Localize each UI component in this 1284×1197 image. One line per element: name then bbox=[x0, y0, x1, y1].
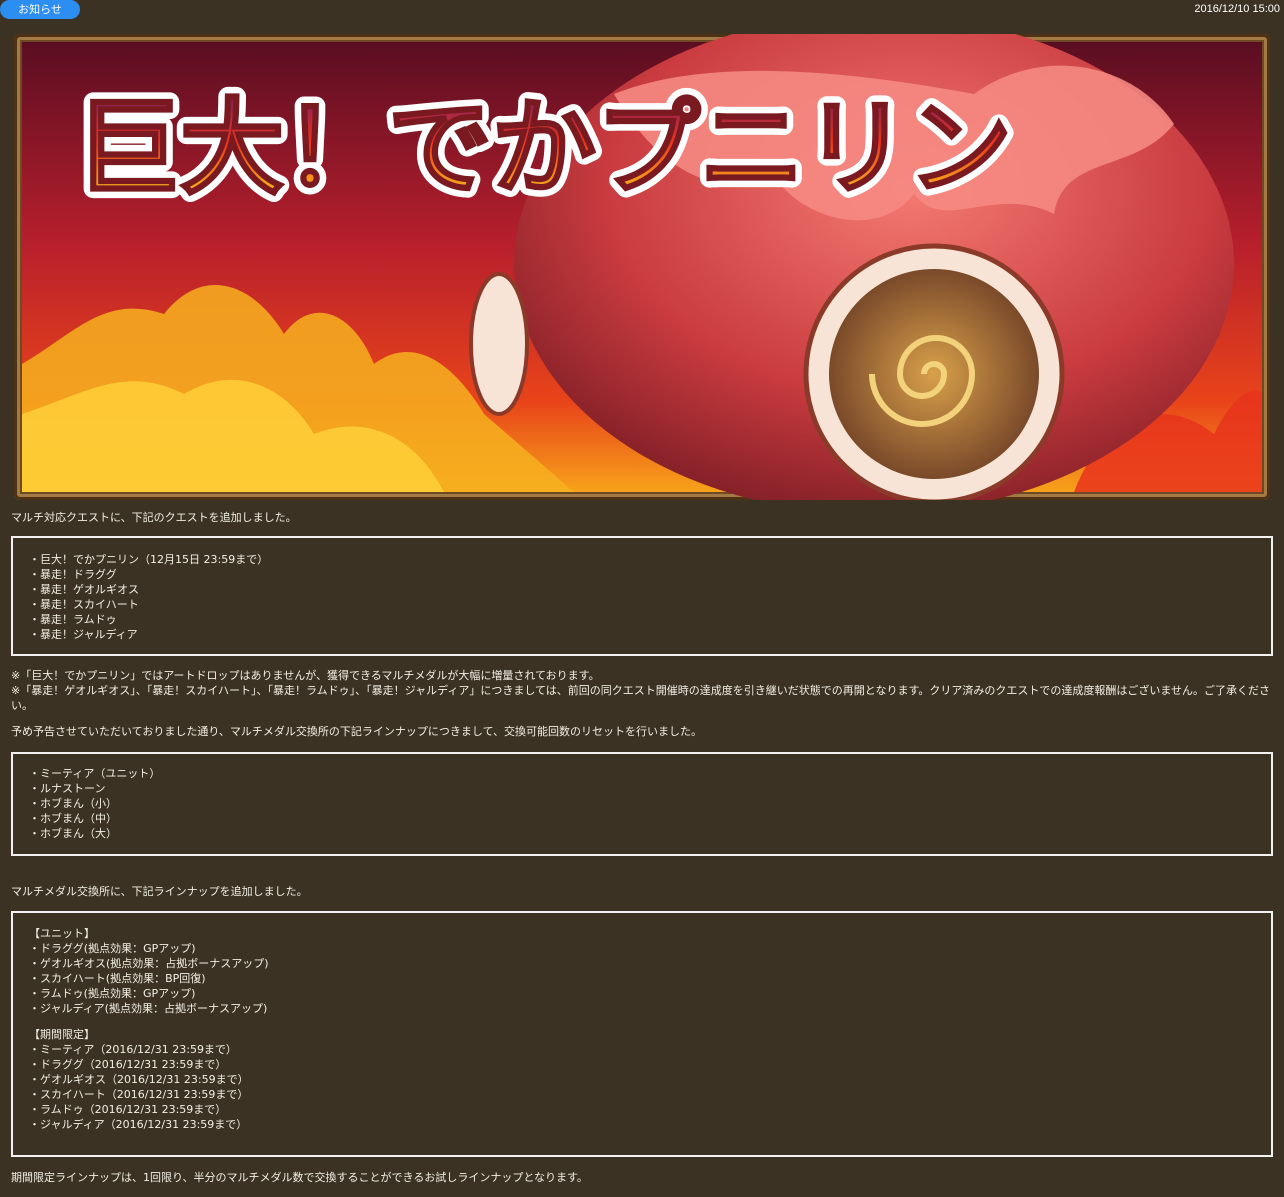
list-item: ・ジャルディア（2016/12/31 23:59まで） bbox=[29, 1118, 248, 1131]
list-item: ・ジャルディア(拠点効果：占拠ボーナスアップ) bbox=[29, 1002, 268, 1015]
list-item: ・ミーティア（ユニット） bbox=[29, 767, 161, 780]
note-text: ※「暴走！ゲオルギオス」、「暴走！スカイハート」、「暴走！ラムドゥ」、「暴走！ジ… bbox=[11, 684, 1271, 712]
lineup-box: 【ユニット】 ・ドラググ(拠点効果：GPアップ) ・ゲオルギオス(拠点効果：占拠… bbox=[11, 911, 1273, 1157]
list-item: ・巨大！でかプニリン（12月15日 23:59まで） bbox=[29, 553, 269, 566]
list-item: ・暴走！ジャルディア bbox=[29, 628, 138, 641]
quest-list-box: ・巨大！でかプニリン（12月15日 23:59まで） ・暴走！ドラググ ・暴走！… bbox=[11, 536, 1273, 656]
note-text: ※「巨大！でかプニリン」ではアートドロップはありませんが、獲得できるマルチメダル… bbox=[11, 669, 600, 682]
list-item: ・スカイハート(拠点効果：BP回復) bbox=[29, 972, 206, 985]
list-item: ・ラムドゥ(拠点効果：GPアップ) bbox=[29, 987, 196, 1000]
list-item: ・暴走！ドラググ bbox=[29, 568, 117, 581]
event-banner: 巨大！でかプニリン 巨大！でかプニリン bbox=[14, 34, 1270, 500]
list-item: ・ミーティア（2016/12/31 23:59まで） bbox=[29, 1043, 237, 1056]
reset-text: 予め予告させていただいておりました通り、マルチメダル交換所の下記ラインナップにつ… bbox=[11, 725, 703, 738]
list-item: ・暴走！ラムドゥ bbox=[29, 613, 117, 626]
lineup-text: マルチメダル交換所に、下記ラインナップを追加しました。 bbox=[11, 885, 308, 898]
list-item: ・ホブまん（小） bbox=[29, 797, 117, 810]
section-heading: 【ユニット】 bbox=[29, 927, 95, 940]
list-item: ・ホブまん（大） bbox=[29, 827, 117, 840]
footer-text: 期間限定ラインナップは、1回限り、半分のマルチメダル数で交換することができるお試… bbox=[11, 1171, 588, 1184]
banner-illustration: 巨大！でかプニリン 巨大！でかプニリン bbox=[22, 34, 1262, 500]
list-item: ・ゲオルギオス(拠点効果：占拠ボーナスアップ) bbox=[29, 957, 269, 970]
section-heading: 【期間限定】 bbox=[29, 1028, 95, 1041]
category-badge: お知らせ bbox=[0, 0, 80, 19]
banner-title: 巨大！でかプニリン bbox=[76, 87, 1012, 209]
list-item: ・ラムドゥ（2016/12/31 23:59まで） bbox=[29, 1103, 227, 1116]
list-item: ・ルナストーン bbox=[29, 782, 106, 795]
reset-list-box: ・ミーティア（ユニット） ・ルナストーン ・ホブまん（小） ・ホブまん（中） ・… bbox=[11, 752, 1273, 856]
notice-body: マルチ対応クエストに、下記のクエストを追加しました。 ・巨大！でかプニリン（12… bbox=[11, 510, 1273, 1185]
top-bar: お知らせ 2016/12/10 15:00 bbox=[0, 0, 1284, 20]
list-item: ・ドラググ(拠点効果：GPアップ) bbox=[29, 942, 196, 955]
list-item: ・暴走！スカイハート bbox=[29, 598, 139, 611]
list-item: ・暴走！ゲオルギオス bbox=[29, 583, 139, 596]
intro-text: マルチ対応クエストに、下記のクエストを追加しました。 bbox=[11, 511, 297, 524]
list-item: ・ドラググ（2016/12/31 23:59まで） bbox=[29, 1058, 227, 1071]
list-item: ・スカイハート（2016/12/31 23:59まで） bbox=[29, 1088, 249, 1101]
list-item: ・ゲオルギオス（2016/12/31 23:59まで） bbox=[29, 1073, 249, 1086]
list-item: ・ホブまん（中） bbox=[29, 812, 117, 825]
post-date: 2016/12/10 15:00 bbox=[1194, 3, 1280, 15]
